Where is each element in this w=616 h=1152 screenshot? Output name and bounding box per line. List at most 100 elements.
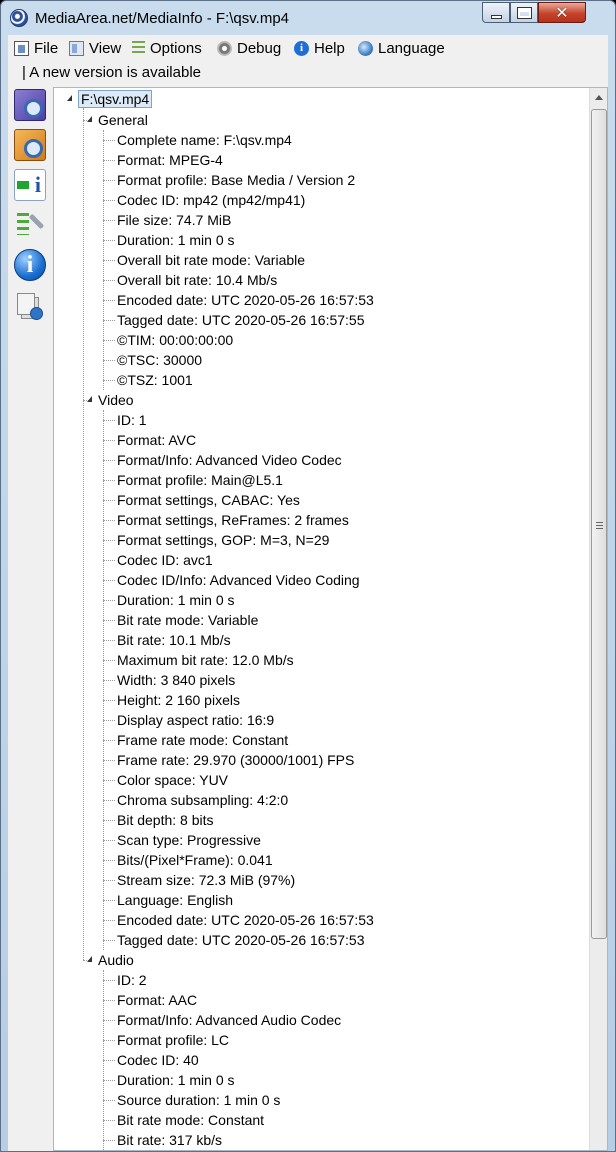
menu-view[interactable]: View bbox=[69, 40, 121, 57]
tree-guide-line bbox=[103, 520, 115, 521]
tree-item[interactable]: Bit rate: 10.1 Mb/s bbox=[117, 630, 231, 650]
view-sidebar: i bbox=[8, 87, 52, 347]
tree-guide-line bbox=[103, 280, 115, 281]
tree-root-file[interactable]: F:\qsv.mp4 bbox=[78, 90, 153, 108]
menu-debug-label: Debug bbox=[237, 40, 282, 57]
menu-debug[interactable]: Debug bbox=[217, 40, 281, 57]
about-icon[interactable]: i bbox=[14, 249, 46, 281]
tree-guide-line bbox=[103, 1080, 115, 1081]
menu-file[interactable]: File bbox=[14, 40, 58, 57]
tree-item[interactable]: Overall bit rate mode: Variable bbox=[117, 250, 305, 270]
tree-guide-line bbox=[103, 1000, 115, 1001]
menu-options[interactable]: Options bbox=[132, 40, 202, 57]
mediainfo-window: MediaArea.net/MediaInfo - F:\qsv.mp4 ✕ F… bbox=[0, 0, 616, 1152]
tree-item[interactable]: Color space: YUV bbox=[117, 770, 228, 790]
close-button[interactable]: ✕ bbox=[538, 2, 586, 23]
scroll-thumb[interactable] bbox=[591, 109, 607, 939]
tree-item[interactable]: Bit rate mode: Constant bbox=[117, 1110, 264, 1130]
section-expander-icon[interactable] bbox=[86, 955, 96, 965]
tree-item[interactable]: Stream size: 72.3 MiB (97%) bbox=[117, 870, 295, 890]
title-bar[interactable]: MediaArea.net/MediaInfo - F:\qsv.mp4 ✕ bbox=[1, 1, 615, 35]
tree-guide-line bbox=[103, 260, 115, 261]
tree-item[interactable]: Bits/(Pixel*Frame): 0.041 bbox=[117, 850, 273, 870]
tree-guide-line bbox=[103, 440, 115, 441]
tree-item[interactable]: Format: AAC bbox=[117, 990, 197, 1010]
section-expander-icon[interactable] bbox=[86, 115, 96, 125]
tree-item[interactable]: Format: AVC bbox=[117, 430, 196, 450]
tree-guide-line bbox=[103, 640, 115, 641]
tree-section-video[interactable]: Video bbox=[98, 390, 134, 410]
tree-item[interactable]: Maximum bit rate: 12.0 Mb/s bbox=[117, 650, 294, 670]
tree-item[interactable]: Format settings, ReFrames: 2 frames bbox=[117, 510, 349, 530]
tree-item[interactable]: Bit rate: 317 kb/s bbox=[117, 1130, 222, 1150]
tree-item[interactable]: Language: English bbox=[117, 890, 233, 910]
tree-section-general[interactable]: General bbox=[98, 110, 148, 130]
tree-guide-line bbox=[103, 800, 115, 801]
tree-item[interactable]: Frame rate: 29.970 (30000/1001) FPS bbox=[117, 750, 354, 770]
tree-item[interactable]: Scan type: Progressive bbox=[117, 830, 261, 850]
scroll-up-arrow-icon[interactable] bbox=[590, 89, 607, 106]
tree-item[interactable]: Bit depth: 8 bits bbox=[117, 810, 214, 830]
tree-item[interactable]: Overall bit rate: 10.4 Mb/s bbox=[117, 270, 277, 290]
maximize-button[interactable] bbox=[510, 2, 538, 23]
menu-language[interactable]: Language bbox=[358, 40, 445, 57]
tree-item[interactable]: ©TSZ: 1001 bbox=[117, 370, 193, 390]
root-expander-icon[interactable] bbox=[66, 94, 76, 104]
export-info-icon[interactable] bbox=[14, 169, 46, 201]
tree-item[interactable]: ID: 2 bbox=[117, 970, 147, 990]
tree-item[interactable]: Format/Info: Advanced Audio Codec bbox=[117, 1010, 341, 1030]
tree-item[interactable]: Codec ID: 40 bbox=[117, 1050, 199, 1070]
tree-item[interactable]: Format/Info: Advanced Video Codec bbox=[117, 450, 342, 470]
tree-item[interactable]: Format profile: Main@L5.1 bbox=[117, 470, 283, 490]
tree-item[interactable]: Chroma subsampling: 4:2:0 bbox=[117, 790, 288, 810]
tree-item[interactable]: Source duration: 1 min 0 s bbox=[117, 1090, 280, 1110]
tree-item[interactable]: Tagged date: UTC 2020-05-26 16:57:55 bbox=[117, 310, 365, 330]
tree-item[interactable]: Duration: 1 min 0 s bbox=[117, 590, 235, 610]
tree-guide-line bbox=[103, 900, 115, 901]
tree-item[interactable]: Complete name: F:\qsv.mp4 bbox=[117, 130, 292, 150]
grip-line bbox=[596, 522, 603, 523]
check-update-icon[interactable] bbox=[14, 291, 46, 323]
tree-item[interactable]: Format profile: LC bbox=[117, 1030, 229, 1050]
close-icon: ✕ bbox=[555, 3, 569, 22]
tree-item[interactable]: Codec ID/Info: Advanced Video Coding bbox=[117, 570, 360, 590]
menu-view-label: View bbox=[89, 40, 122, 57]
tree-item[interactable]: Bit rate mode: Variable bbox=[117, 610, 258, 630]
tree-item[interactable]: ©TIM: 00:00:00:00 bbox=[117, 330, 233, 350]
debug-icon bbox=[217, 41, 232, 56]
preferences-icon[interactable] bbox=[14, 209, 46, 241]
tree-item[interactable]: ©TSC: 30000 bbox=[117, 350, 202, 370]
tree-item[interactable]: Format settings, CABAC: Yes bbox=[117, 490, 300, 510]
tree-item[interactable]: Format profile: Base Media / Version 2 bbox=[117, 170, 355, 190]
minimize-button[interactable] bbox=[482, 2, 510, 23]
tree-section-audio[interactable]: Audio bbox=[98, 950, 134, 970]
tree-item[interactable]: Format settings, GOP: M=3, N=29 bbox=[117, 530, 329, 550]
tree-guide-line bbox=[103, 660, 115, 661]
tree-item[interactable]: Width: 3 840 pixels bbox=[117, 670, 235, 690]
tree-item[interactable]: Tagged date: UTC 2020-05-26 16:57:53 bbox=[117, 930, 365, 950]
section-expander-icon[interactable] bbox=[86, 395, 96, 405]
tree-item[interactable]: File size: 74.7 MiB bbox=[117, 210, 231, 230]
tree-view[interactable]: F:\qsv.mp4 General Complete name: F:\qsv.… bbox=[53, 87, 608, 1151]
vertical-scrollbar[interactable] bbox=[589, 88, 607, 1150]
tree-item[interactable]: ID: 1 bbox=[117, 410, 147, 430]
tree-item[interactable]: Duration: 1 min 0 s bbox=[117, 230, 235, 250]
tree-guide-line bbox=[103, 410, 104, 950]
sheet-view-icon[interactable] bbox=[14, 129, 46, 161]
tree-item[interactable]: Codec ID: mp42 (mp42/mp41) bbox=[117, 190, 305, 210]
menu-help[interactable]: i Help bbox=[294, 40, 345, 57]
tree-item[interactable]: Display aspect ratio: 16:9 bbox=[117, 710, 274, 730]
tree-item[interactable]: Duration: 1 min 0 s bbox=[117, 1070, 235, 1090]
tree-guide-line bbox=[103, 1060, 115, 1061]
tree-item[interactable]: Encoded date: UTC 2020-05-26 16:57:53 bbox=[117, 290, 374, 310]
tree-item[interactable]: Frame rate mode: Constant bbox=[117, 730, 288, 750]
tree-guide-line bbox=[103, 600, 115, 601]
tree-content: F:\qsv.mp4 General Complete name: F:\qsv.… bbox=[54, 88, 589, 1150]
basic-view-icon[interactable] bbox=[14, 89, 46, 121]
tree-item[interactable]: Format: MPEG-4 bbox=[117, 150, 223, 170]
new-version-link[interactable]: | A new version is available bbox=[22, 64, 201, 81]
tree-item[interactable]: Codec ID: avc1 bbox=[117, 550, 213, 570]
tree-item[interactable]: Encoded date: UTC 2020-05-26 16:57:53 bbox=[117, 910, 374, 930]
tree-item[interactable]: Height: 2 160 pixels bbox=[117, 690, 240, 710]
tree-guide-line bbox=[103, 780, 115, 781]
